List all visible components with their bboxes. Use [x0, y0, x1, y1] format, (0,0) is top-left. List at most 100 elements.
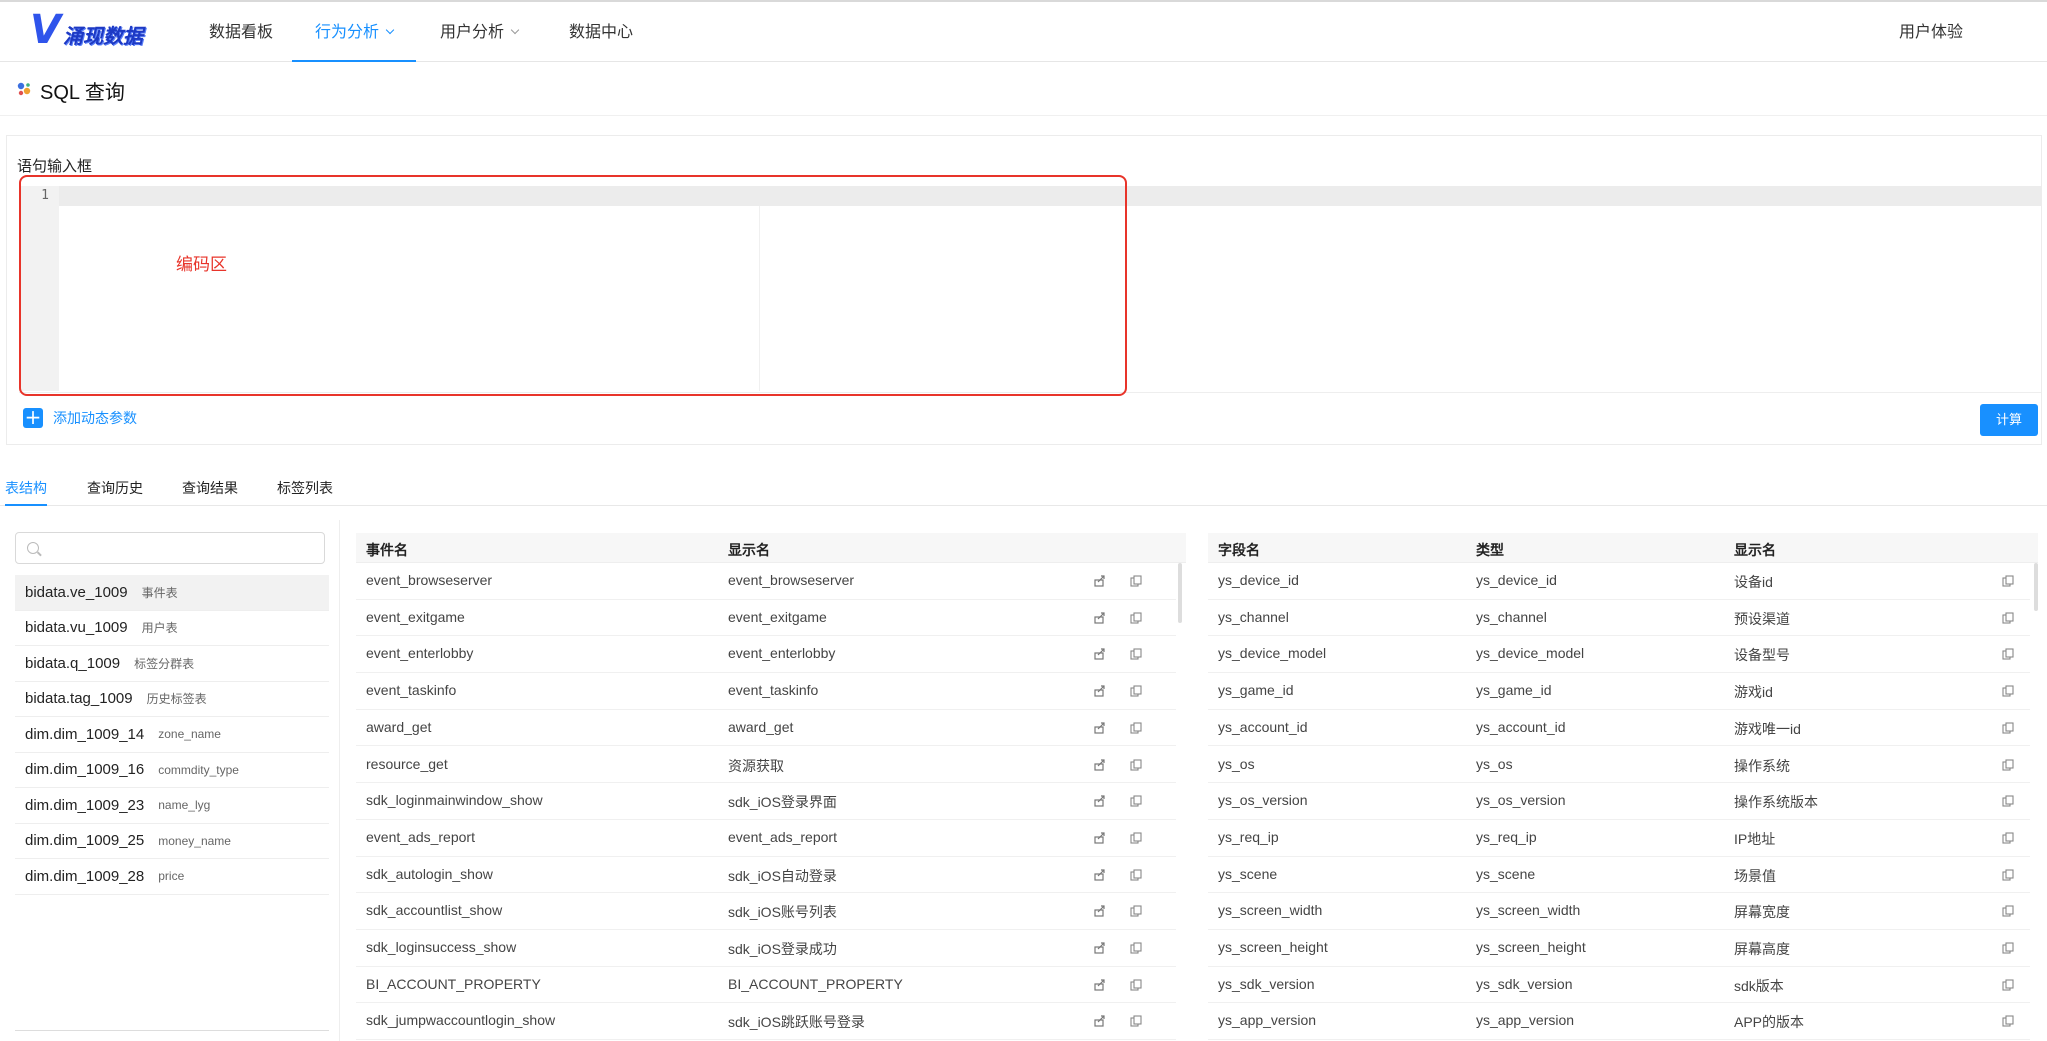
tab-tag-list[interactable]: 标签列表: [277, 478, 333, 506]
copy-icon[interactable]: [1130, 831, 1142, 844]
copy-icon[interactable]: [1130, 1014, 1142, 1027]
nav-item-data-center[interactable]: 数据中心: [568, 2, 634, 62]
table-row[interactable]: ys_game_id ys_game_id 游戏id: [1208, 673, 2030, 710]
copy-icon[interactable]: [2002, 794, 2014, 807]
export-icon[interactable]: [1094, 868, 1106, 881]
copy-icon[interactable]: [1130, 574, 1142, 587]
table-row[interactable]: sdk_accountlist_show sdk_iOS账号列表: [356, 893, 1176, 930]
copy-icon[interactable]: [2002, 941, 2014, 954]
copy-icon[interactable]: [1130, 721, 1142, 734]
export-icon[interactable]: [1094, 611, 1106, 624]
export-icon[interactable]: [1094, 1014, 1106, 1027]
table-description: price: [158, 869, 185, 884]
table-list-item[interactable]: bidata.ve_1009 事件表: [15, 575, 329, 611]
table-row[interactable]: ys_screen_width ys_screen_width 屏幕宽度: [1208, 893, 2030, 930]
copy-icon[interactable]: [1130, 794, 1142, 807]
nav-item-user-analysis[interactable]: 用户分析: [434, 2, 524, 62]
table-row[interactable]: BI_ACCOUNT_PROPERTY BI_ACCOUNT_PROPERTY: [356, 967, 1176, 1004]
table-search[interactable]: [15, 532, 325, 564]
export-icon[interactable]: [1094, 831, 1106, 844]
copy-icon[interactable]: [1130, 611, 1142, 624]
type-cell: ys_os: [1476, 755, 1513, 772]
copy-icon[interactable]: [2002, 574, 2014, 587]
add-dynamic-param-button[interactable]: + 添加动态参数: [23, 407, 137, 428]
table-list-item[interactable]: bidata.q_1009 标签分群表: [15, 646, 329, 682]
copy-icon[interactable]: [1130, 684, 1142, 697]
copy-icon[interactable]: [1130, 868, 1142, 881]
scrollbar[interactable]: [2034, 563, 2038, 611]
nav-item-dashboard[interactable]: 数据看板: [208, 2, 274, 62]
table-row[interactable]: ys_device_id ys_device_id 设备id: [1208, 563, 2030, 600]
tab-query-results[interactable]: 查询结果: [182, 478, 238, 506]
copy-icon[interactable]: [2002, 611, 2014, 624]
table-row[interactable]: sdk_loginmainwindow_show sdk_iOS登录界面: [356, 783, 1176, 820]
table-list-item[interactable]: dim.dim_1009_14 zone_name: [15, 717, 329, 753]
tab-label: 表结构: [5, 480, 47, 496]
copy-icon[interactable]: [2002, 758, 2014, 771]
search-input[interactable]: [46, 537, 316, 559]
export-icon[interactable]: [1094, 647, 1106, 660]
table-row[interactable]: ys_os ys_os 操作系统: [1208, 747, 2030, 784]
table-row[interactable]: ys_channel ys_channel 预设渠道: [1208, 600, 2030, 637]
table-row[interactable]: resource_get 资源获取: [356, 747, 1176, 784]
export-icon[interactable]: [1094, 758, 1106, 771]
table-list-item[interactable]: bidata.vu_1009 用户表: [15, 611, 329, 646]
table-row[interactable]: ys_device_model ys_device_model 设备型号: [1208, 636, 2030, 674]
copy-icon[interactable]: [1130, 904, 1142, 917]
table-row[interactable]: event_ads_report event_ads_report: [356, 820, 1176, 857]
table-row[interactable]: event_taskinfo event_taskinfo: [356, 673, 1176, 710]
scrollbar[interactable]: [1178, 563, 1182, 623]
export-icon[interactable]: [1094, 574, 1106, 587]
copy-icon[interactable]: [2002, 721, 2014, 734]
table-row[interactable]: sdk_autologin_show sdk_iOS自动登录: [356, 857, 1176, 894]
user-menu[interactable]: 用户体验: [1896, 2, 1966, 62]
field-name-cell: ys_req_ip: [1218, 828, 1279, 845]
copy-icon[interactable]: [2002, 684, 2014, 697]
copy-icon[interactable]: [1130, 941, 1142, 954]
table-list-item[interactable]: dim.dim_1009_23 name_lyg: [15, 788, 329, 824]
display-name-cell: event_exitgame: [728, 608, 827, 625]
table-row[interactable]: ys_sdk_version ys_sdk_version sdk版本: [1208, 967, 2030, 1004]
export-icon[interactable]: [1094, 941, 1106, 954]
copy-icon[interactable]: [2002, 1014, 2014, 1027]
table-row[interactable]: ys_account_id ys_account_id 游戏唯一id: [1208, 710, 2030, 747]
table-row[interactable]: ys_os_version ys_os_version 操作系统版本: [1208, 783, 2030, 820]
table-list-item[interactable]: dim.dim_1009_25 money_name: [15, 824, 329, 859]
copy-icon[interactable]: [2002, 647, 2014, 660]
copy-icon[interactable]: [1130, 978, 1142, 991]
copy-icon[interactable]: [2002, 978, 2014, 991]
table-row[interactable]: sdk_jumpwaccountlogin_show sdk_iOS跳跃账号登录: [356, 1003, 1176, 1041]
table-row[interactable]: ys_scene ys_scene 场景值: [1208, 857, 2030, 894]
table-row[interactable]: award_get award_get: [356, 710, 1176, 747]
export-icon[interactable]: [1094, 794, 1106, 807]
table-row[interactable]: ys_screen_height ys_screen_height 屏幕高度: [1208, 930, 2030, 967]
brand-logo[interactable]: V 涌现数据: [30, 10, 143, 50]
copy-icon[interactable]: [2002, 831, 2014, 844]
copy-icon[interactable]: [1130, 758, 1142, 771]
event-name-cell: event_enterlobby: [366, 645, 474, 662]
table-row[interactable]: event_exitgame event_exitgame: [356, 600, 1176, 637]
export-icon[interactable]: [1094, 978, 1106, 991]
sql-code-editor[interactable]: 1: [19, 186, 2041, 391]
calculate-button[interactable]: 计算: [1980, 404, 2038, 436]
export-icon[interactable]: [1094, 684, 1106, 697]
nav-item-behavior-analysis[interactable]: 行为分析: [292, 2, 416, 62]
bottom-tabs: 表结构 查询历史 查询结果 标签列表: [0, 470, 2047, 506]
export-icon[interactable]: [1094, 721, 1106, 734]
copy-icon[interactable]: [2002, 868, 2014, 881]
table-row[interactable]: event_enterlobby event_enterlobby: [356, 636, 1176, 674]
type-cell: ys_sdk_version: [1476, 975, 1573, 992]
table-list-item[interactable]: bidata.tag_1009 历史标签表: [15, 682, 329, 717]
table-row[interactable]: ys_app_version ys_app_version APP的版本: [1208, 1003, 2030, 1041]
copy-icon[interactable]: [1130, 647, 1142, 660]
table-name: bidata.tag_1009: [25, 690, 133, 708]
table-list-item[interactable]: dim.dim_1009_16 commdity_type: [15, 753, 329, 788]
table-row[interactable]: ys_req_ip ys_req_ip IP地址: [1208, 820, 2030, 857]
tab-query-history[interactable]: 查询历史: [87, 478, 143, 506]
export-icon[interactable]: [1094, 904, 1106, 917]
copy-icon[interactable]: [2002, 904, 2014, 917]
tab-table-structure[interactable]: 表结构: [5, 478, 47, 506]
table-row[interactable]: event_browseserver event_browseserver: [356, 563, 1176, 600]
table-list-item[interactable]: dim.dim_1009_28 price: [15, 859, 329, 895]
table-row[interactable]: sdk_loginsuccess_show sdk_iOS登录成功: [356, 930, 1176, 967]
